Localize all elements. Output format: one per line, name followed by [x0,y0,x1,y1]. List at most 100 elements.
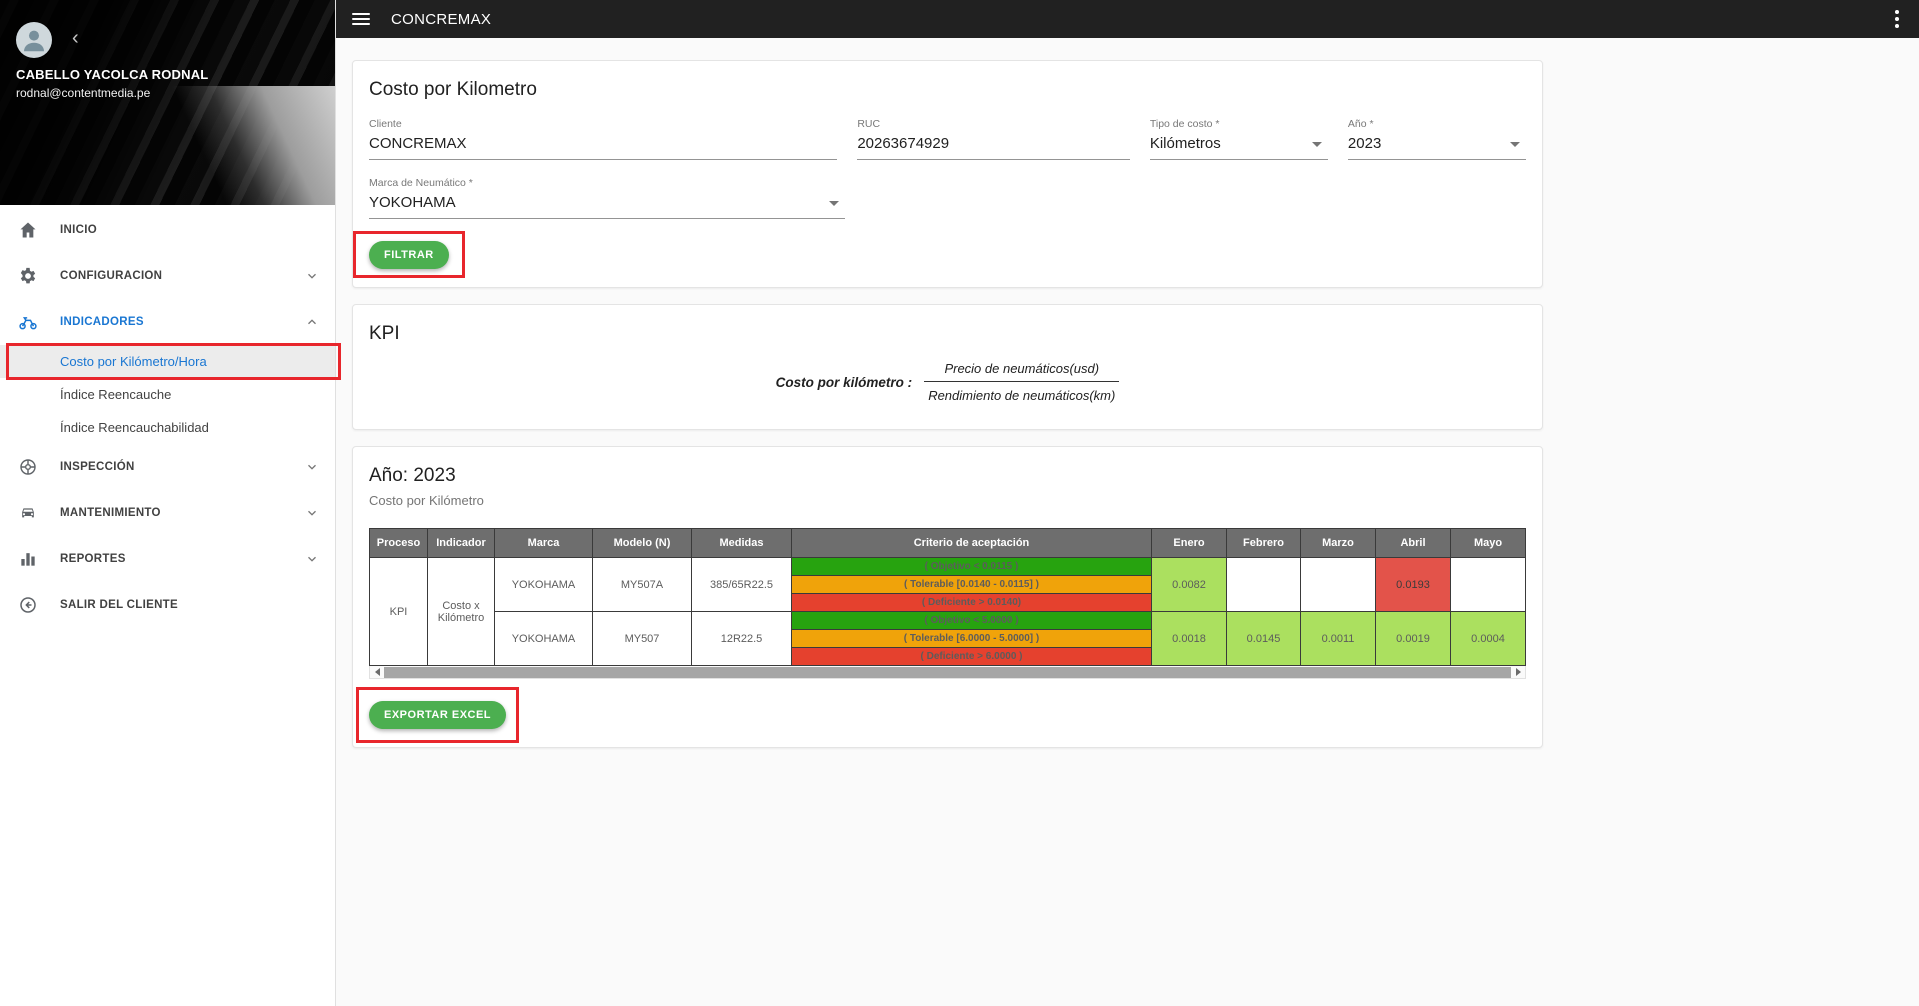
dropdown-arrow-icon[interactable] [1510,142,1520,147]
kpi-formula: Costo por kilómetro : Precio de neumátic… [369,361,1526,403]
criterio-tolerable-cell: ( Tolerable [0.0140 - 0.0115] ) [792,576,1152,594]
collapse-chevron-icon[interactable]: ‹ [72,27,79,50]
field-label: Tipo de costo * [1150,118,1328,130]
field-value: Kilómetros [1150,135,1328,152]
scroll-right-arrow-icon[interactable] [1511,666,1525,678]
sidebar-item-label: SALIR DEL CLIENTE [60,599,319,611]
sidebar-menu: INICIO CONFIGURACION INDICADORES Costo p… [0,205,335,628]
kpi-numerator: Precio de neumáticos(usd) [924,361,1119,382]
field-value: 2023 [1348,135,1526,152]
field-value: CONCREMAX [369,135,837,152]
month-value-cell [1451,558,1526,612]
sidebar-item-label: CONFIGURACION [60,270,305,282]
scroll-left-arrow-icon[interactable] [370,666,384,678]
exportar-button-wrap: EXPORTAR EXCEL [369,701,506,729]
kpi-card-title: KPI [369,323,1526,345]
col-header-medidas: Medidas [692,529,792,558]
col-header-enero: Enero [1152,529,1227,558]
dropdown-arrow-icon[interactable] [1312,142,1322,147]
month-value-cell: 0.0011 [1301,612,1376,666]
dropdown-arrow-icon[interactable] [829,201,839,206]
sidebar-item-indice-reencauchabilidad[interactable]: Índice Reencauchabilidad [0,411,335,444]
month-value-cell: 0.0193 [1376,558,1451,612]
kpi-card: KPI Costo por kilómetro : Precio de neum… [352,304,1543,430]
kpi-fraction: Precio de neumáticos(usd) Rendimiento de… [924,361,1119,403]
indicadores-submenu: Costo por Kilómetro/Hora Índice Reencauc… [0,345,335,444]
criterio-objetivo-cell: ( Objetivo < 0.0115 ) [792,558,1152,576]
sidebar-item-reportes[interactable]: REPORTES [0,536,335,582]
filter-fields-row-2: Marca de Neumático * YOKOHAMA [369,176,1526,219]
filter-card: Costo por Kilometro Cliente CONCREMAX RU… [352,60,1543,288]
exit-icon [16,593,40,617]
filter-card-title: Costo por Kilometro [369,79,1526,101]
indicators-icon [16,310,40,334]
submenu-item-label: Índice Reencauche [60,387,171,402]
avatar[interactable] [16,22,52,58]
col-header-proceso: Proceso [370,529,428,558]
sidebar-item-indice-reencauche[interactable]: Índice Reencauche [0,378,335,411]
field-label: RUC [857,118,1130,130]
kpi-denominator: Rendimiento de neumáticos(km) [924,388,1119,403]
filter-fields-row-1: Cliente CONCREMAX RUC 20263674929 Tipo d… [369,117,1526,160]
results-card-subtitle: Costo por Kilómetro [369,493,1526,508]
sidebar-item-indicadores[interactable]: INDICADORES [0,299,335,345]
chevron-down-icon [305,552,319,566]
gear-icon [16,264,40,288]
chevron-down-icon [305,460,319,474]
col-header-indicador: Indicador [428,529,495,558]
filtrar-button[interactable]: FILTRAR [369,241,449,269]
chevron-down-icon [305,269,319,283]
page-content: Costo por Kilometro Cliente CONCREMAX RU… [336,38,1919,1006]
month-value-cell: 0.0004 [1451,612,1526,666]
topbar: CONCREMAX [336,0,1919,38]
col-header-criterio: Criterio de aceptación [792,529,1152,558]
field-value: YOKOHAMA [369,194,845,211]
month-value-cell: 0.0082 [1152,558,1227,612]
sidebar-item-mantenimiento[interactable]: MANTENIMIENTO [0,490,335,536]
filtrar-button-wrap: FILTRAR [369,241,449,269]
indicador-cell: Costo x Kilómetro [428,558,495,666]
col-header-febrero: Febrero [1227,529,1301,558]
anio-select[interactable]: Año * 2023 [1348,117,1526,160]
medidas-cell: 385/65R22.5 [692,558,792,612]
field-label: Marca de Neumático * [369,177,845,189]
marca-cell: YOKOHAMA [495,558,593,612]
field-label: Año * [1348,118,1526,130]
hamburger-menu-icon[interactable] [352,13,370,25]
kebab-menu-icon[interactable] [1891,6,1903,32]
chevron-up-icon [305,315,319,329]
modelo-cell: MY507 [593,612,692,666]
marca-cell: YOKOHAMA [495,612,593,666]
modelo-cell: MY507A [593,558,692,612]
month-value-cell [1227,558,1301,612]
col-header-marca: Marca [495,529,593,558]
sidebar-profile-header: ‹ CABELLO YACOLCA RODNAL rodnal@contentm… [0,0,335,205]
sidebar-item-label: INDICADORES [60,316,305,328]
results-card: Año: 2023 Costo por Kilómetro Proceso In… [352,446,1543,748]
table-header-row: Proceso Indicador Marca Modelo (N) Medid… [370,529,1526,558]
sidebar-item-label: INICIO [60,224,319,236]
sidebar-item-salir-del-cliente[interactable]: SALIR DEL CLIENTE [0,582,335,628]
horizontal-scrollbar[interactable] [369,666,1526,679]
sidebar-item-inicio[interactable]: INICIO [0,207,335,253]
bar-chart-icon [16,547,40,571]
maintenance-icon [16,501,40,525]
month-value-cell: 0.0018 [1152,612,1227,666]
tipo-de-costo-select[interactable]: Tipo de costo * Kilómetros [1150,117,1328,160]
sidebar: ‹ CABELLO YACOLCA RODNAL rodnal@contentm… [0,0,336,1006]
sidebar-item-costo-por-kilometro-hora[interactable]: Costo por Kilómetro/Hora [0,345,335,378]
scrollbar-thumb[interactable] [384,667,1511,678]
ruc-field[interactable]: RUC 20263674929 [857,117,1130,160]
field-label: Cliente [369,118,837,130]
marca-neumatico-select[interactable]: Marca de Neumático * YOKOHAMA [369,176,845,219]
sidebar-item-inspeccion[interactable]: INSPECCIÓN [0,444,335,490]
sidebar-item-label: REPORTES [60,553,305,565]
sidebar-item-label: INSPECCIÓN [60,461,305,473]
exportar-excel-button[interactable]: EXPORTAR EXCEL [369,701,506,729]
field-value: 20263674929 [857,135,1130,152]
col-header-mayo: Mayo [1451,529,1526,558]
sidebar-item-configuracion[interactable]: CONFIGURACION [0,253,335,299]
col-header-modelo: Modelo (N) [593,529,692,558]
criterio-deficiente-cell: ( Deficiente > 0.0140) [792,594,1152,612]
cliente-field[interactable]: Cliente CONCREMAX [369,117,837,160]
